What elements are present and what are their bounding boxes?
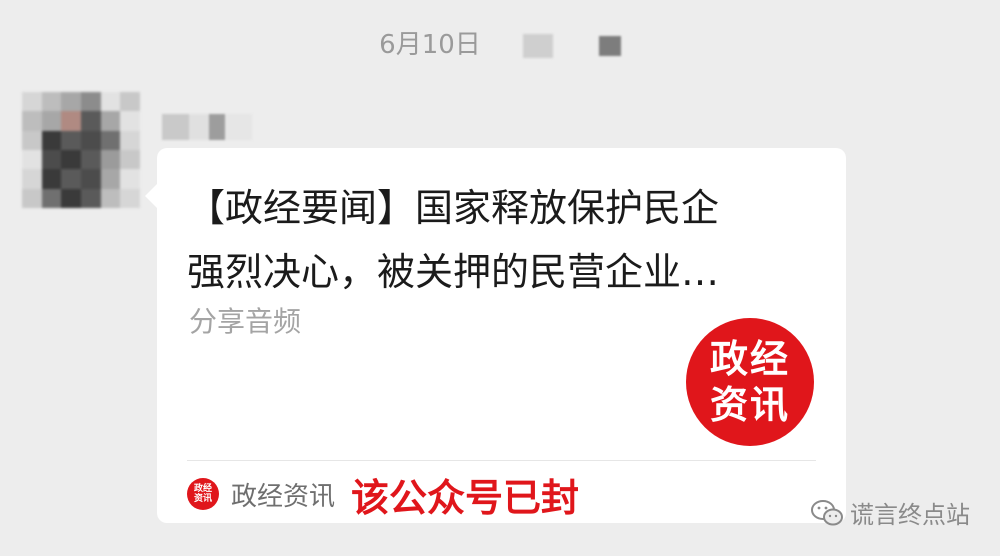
avatar-mosaic-tile: [120, 92, 140, 112]
avatar-mosaic-tile: [80, 92, 101, 112]
article-title-line: 【政经要闻】国家释放保护民企: [187, 186, 720, 230]
small-logo-text-bottom: 资讯: [193, 494, 212, 504]
watermark: 谎言终点站: [810, 495, 970, 530]
avatar-mosaic-tile: [100, 169, 121, 189]
sender-name-redacted: [162, 114, 252, 140]
avatar-mosaic-tile: [80, 150, 101, 170]
account-logo-text-bottom: 资讯: [709, 382, 790, 427]
avatar-mosaic-tile: [120, 150, 140, 170]
avatar-mosaic-tile: [22, 169, 42, 189]
avatar-mosaic-tile: [100, 92, 121, 112]
avatar-mosaic-tile: [22, 150, 42, 170]
avatar-mosaic-tile: [100, 111, 121, 131]
share-audio-label: 分享音频: [189, 305, 302, 338]
avatar-mosaic-tile: [41, 169, 62, 189]
card-divider: [187, 460, 816, 461]
avatar-mosaic-tile: [41, 92, 62, 112]
avatar-mosaic-tile: [41, 111, 62, 131]
avatar-mosaic-tile: [61, 111, 81, 131]
small-logo-text-top: 政经: [193, 484, 212, 494]
avatar-mosaic-tile: [120, 188, 140, 208]
avatar-mosaic-tile: [61, 169, 81, 189]
account-logo: 政经 资讯: [686, 318, 814, 446]
avatar-mosaic-tile: [100, 150, 121, 170]
watermark-text: 谎言终点站: [850, 501, 970, 529]
account-logo-text-top: 政经: [709, 336, 790, 381]
card-footer[interactable]: 政经 资讯 政经资讯 该公众号已封: [187, 470, 579, 520]
account-name: 政经资讯: [231, 481, 336, 512]
avatar-mosaic-tile: [41, 150, 62, 170]
avatar-mosaic-tile: [80, 188, 101, 208]
article-title[interactable]: 【政经要闻】国家释放保护民企 强烈决心，被关押的民营企业…: [187, 176, 797, 304]
avatar-mosaic-tile: [61, 188, 81, 208]
avatar-mosaic-tile: [61, 92, 81, 112]
avatar-mosaic-tile: [120, 111, 140, 131]
avatar-mosaic-tile: [120, 169, 140, 189]
redacted-block: [522, 33, 553, 58]
wechat-icon: [811, 499, 843, 525]
timestamp-text: 6月10日: [379, 30, 481, 60]
avatar-mosaic-tile: [41, 188, 62, 208]
avatar-mosaic-tile: [100, 188, 121, 208]
avatar-mosaic-tile: [80, 169, 101, 189]
avatar-mosaic-tile: [61, 130, 81, 150]
redacted-block: [598, 35, 621, 56]
account-small-logo: 政经 资讯: [187, 478, 219, 510]
shared-article-card[interactable]: 【政经要闻】国家释放保护民企 强烈决心，被关押的民营企业… 分享音频 政经 资讯…: [145, 148, 846, 523]
avatar-mosaic-tile: [100, 130, 121, 150]
avatar-mosaic-tile: [120, 130, 140, 150]
avatar-mosaic-tile: [22, 92, 42, 112]
article-title-line: 强烈决心，被关押的民营企业…: [187, 250, 720, 294]
avatar-mosaic-tile: [22, 188, 42, 208]
avatar-mosaic-tile: [80, 130, 101, 150]
avatar-mosaic-tile: [22, 111, 42, 131]
sender-avatar[interactable]: [22, 92, 140, 208]
avatar-mosaic-tile: [22, 130, 42, 150]
avatar-mosaic-tile: [41, 130, 62, 150]
blocked-annotation: 该公众号已封: [351, 475, 580, 520]
avatar-mosaic-tile: [61, 150, 81, 170]
message-timestamp: 6月10日: [0, 24, 1000, 61]
avatar-mosaic-tile: [80, 111, 101, 131]
